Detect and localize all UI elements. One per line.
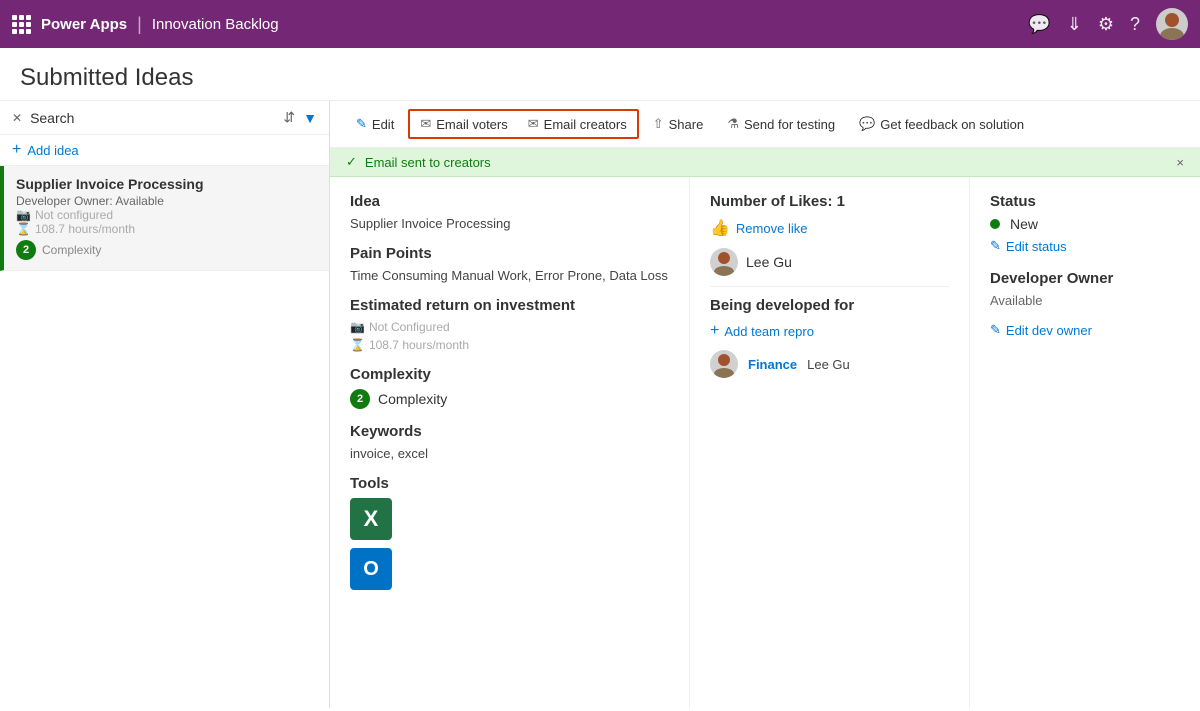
detail-body: Idea Supplier Invoice Processing Pain Po… <box>330 177 1200 708</box>
nav-brand: Power Apps <box>41 16 127 33</box>
being-dev-header: Being developed for <box>710 297 949 314</box>
idea-list-item[interactable]: Supplier Invoice Processing Developer Ow… <box>0 166 329 271</box>
checkmark-icon: ✓ <box>346 154 357 170</box>
status-row: New <box>990 216 1180 232</box>
success-message: Email sent to creators <box>365 155 491 170</box>
divider <box>710 286 949 287</box>
dev-owner-label: Developer Owner <box>990 270 1180 287</box>
download-icon[interactable]: ⇓ <box>1067 14 1082 35</box>
chat-icon[interactable]: 💬 <box>1028 14 1050 35</box>
idea-section-value: Supplier Invoice Processing <box>350 216 669 231</box>
action-bar: ✎ Edit ✉ Email voters ✉ Email creators ⇧… <box>330 101 1200 148</box>
idea-not-configured: 📷 Not configured <box>16 208 317 222</box>
status-dot <box>990 219 1000 229</box>
sidebar-toolbar: ✕ Search ⇵ ▼ <box>0 101 329 135</box>
pencil-icon-2: ✎ <box>990 322 1001 338</box>
tools-list: X O <box>350 498 669 594</box>
add-idea-label: Add idea <box>27 143 78 158</box>
sidebar: ✕ Search ⇵ ▼ + Add idea Supplier Invoice… <box>0 101 330 708</box>
dev-owner-section: Developer Owner Available ✎ Edit dev own… <box>990 270 1180 338</box>
add-team-button[interactable]: + Add team repro <box>710 322 949 340</box>
flask-icon: ⚗ <box>727 116 739 132</box>
pain-points-label: Pain Points <box>350 245 669 262</box>
pain-points-value: Time Consuming Manual Work, Error Prone,… <box>350 268 669 283</box>
share-button[interactable]: ⇧ Share <box>643 111 714 137</box>
dev-owner-value: Available <box>990 293 1180 308</box>
thumbs-up-icon: 👍 <box>710 218 730 238</box>
nav-separator: | <box>137 14 142 35</box>
edit-status-button[interactable]: ✎ Edit status <box>990 238 1180 254</box>
search-label: Search <box>30 110 275 126</box>
email-voters-icon: ✉ <box>420 116 431 132</box>
team-avatar <box>710 350 738 378</box>
voter-avatar <box>710 248 738 276</box>
excel-tool-icon: X <box>350 498 392 540</box>
keywords-label: Keywords <box>350 423 669 440</box>
success-banner: ✓ Email sent to creators × <box>330 148 1200 177</box>
likes-header: Number of Likes: 1 <box>710 193 949 210</box>
page-title-bar: Submitted Ideas <box>0 48 1200 101</box>
edit-dev-owner-button[interactable]: ✎ Edit dev owner <box>990 322 1180 338</box>
top-nav: Power Apps | Innovation Backlog 💬 ⇓ ⚙ ? <box>0 0 1200 48</box>
email-group: ✉ Email voters ✉ Email creators <box>408 109 638 139</box>
help-icon[interactable]: ? <box>1130 14 1140 35</box>
team-name[interactable]: Finance <box>748 357 797 372</box>
camera-icon: 📷 <box>16 208 31 222</box>
feedback-icon: 💬 <box>859 116 875 132</box>
search-clear-icon[interactable]: ✕ <box>12 111 22 125</box>
hourglass-icon-2: ⌛ <box>350 338 365 352</box>
banner-close-button[interactable]: × <box>1176 155 1184 170</box>
estimated-return-label: Estimated return on investment <box>350 297 669 314</box>
complexity-value-badge: 2 <box>350 389 370 409</box>
status-value: New <box>1010 216 1038 232</box>
complexity-section-label: Complexity <box>350 366 669 383</box>
content-area: ✎ Edit ✉ Email voters ✉ Email creators ⇧… <box>330 101 1200 708</box>
plus-icon: + <box>12 141 21 159</box>
get-feedback-button[interactable]: 💬 Get feedback on solution <box>849 111 1034 137</box>
camera-icon-2: 📷 <box>350 320 365 334</box>
waffle-icon[interactable] <box>12 15 31 34</box>
voter-name: Lee Gu <box>746 254 792 270</box>
detail-right: Status New ✎ Edit status Developer Owner… <box>970 177 1200 708</box>
tools-label: Tools <box>350 475 669 492</box>
plus-icon-2: + <box>710 322 719 340</box>
hourglass-icon: ⌛ <box>16 222 31 236</box>
remove-like-button[interactable]: 👍 Remove like <box>710 218 949 238</box>
estimated-hours: ⌛ 108.7 hours/month <box>350 338 669 352</box>
team-person: Lee Gu <box>807 357 850 372</box>
idea-section-label: Idea <box>350 193 669 210</box>
idea-dev-owner: Developer Owner: Available <box>16 194 317 208</box>
share-icon: ⇧ <box>653 116 664 132</box>
filter-icon[interactable]: ▼ <box>303 110 317 126</box>
email-creators-button[interactable]: ✉ Email creators <box>518 111 637 137</box>
idea-title: Supplier Invoice Processing <box>16 176 317 192</box>
complexity-label-sidebar: Complexity <box>42 243 101 257</box>
estimated-not-configured: 📷 Not Configured <box>350 320 669 334</box>
detail-left: Idea Supplier Invoice Processing Pain Po… <box>330 177 690 708</box>
pencil-icon: ✎ <box>990 238 1001 254</box>
complexity-badge: 2 <box>16 240 36 260</box>
page-title: Submitted Ideas <box>20 64 1180 92</box>
email-voters-button[interactable]: ✉ Email voters <box>410 111 517 137</box>
voter-row: Lee Gu <box>710 248 949 276</box>
settings-icon[interactable]: ⚙ <box>1098 14 1114 35</box>
edit-icon: ✎ <box>356 116 367 132</box>
status-label: Status <box>990 193 1180 210</box>
complexity-value-text: Complexity <box>378 391 447 407</box>
sort-icon[interactable]: ⇵ <box>283 109 295 126</box>
idea-hours: ⌛ 108.7 hours/month <box>16 222 317 236</box>
nav-app-name: Innovation Backlog <box>152 16 279 33</box>
outlook-tool-icon: O <box>350 548 392 590</box>
add-idea-button[interactable]: + Add idea <box>0 135 329 166</box>
user-avatar[interactable] <box>1156 8 1188 40</box>
main-layout: ✕ Search ⇵ ▼ + Add idea Supplier Invoice… <box>0 101 1200 708</box>
email-creators-icon: ✉ <box>528 116 539 132</box>
send-for-testing-button[interactable]: ⚗ Send for testing <box>717 111 845 137</box>
keywords-value: invoice, excel <box>350 446 669 461</box>
detail-center: Number of Likes: 1 👍 Remove like Lee Gu … <box>690 177 970 708</box>
team-row: Finance Lee Gu <box>710 350 949 378</box>
complexity-row: 2 Complexity <box>350 389 669 409</box>
edit-button[interactable]: ✎ Edit <box>346 111 404 137</box>
